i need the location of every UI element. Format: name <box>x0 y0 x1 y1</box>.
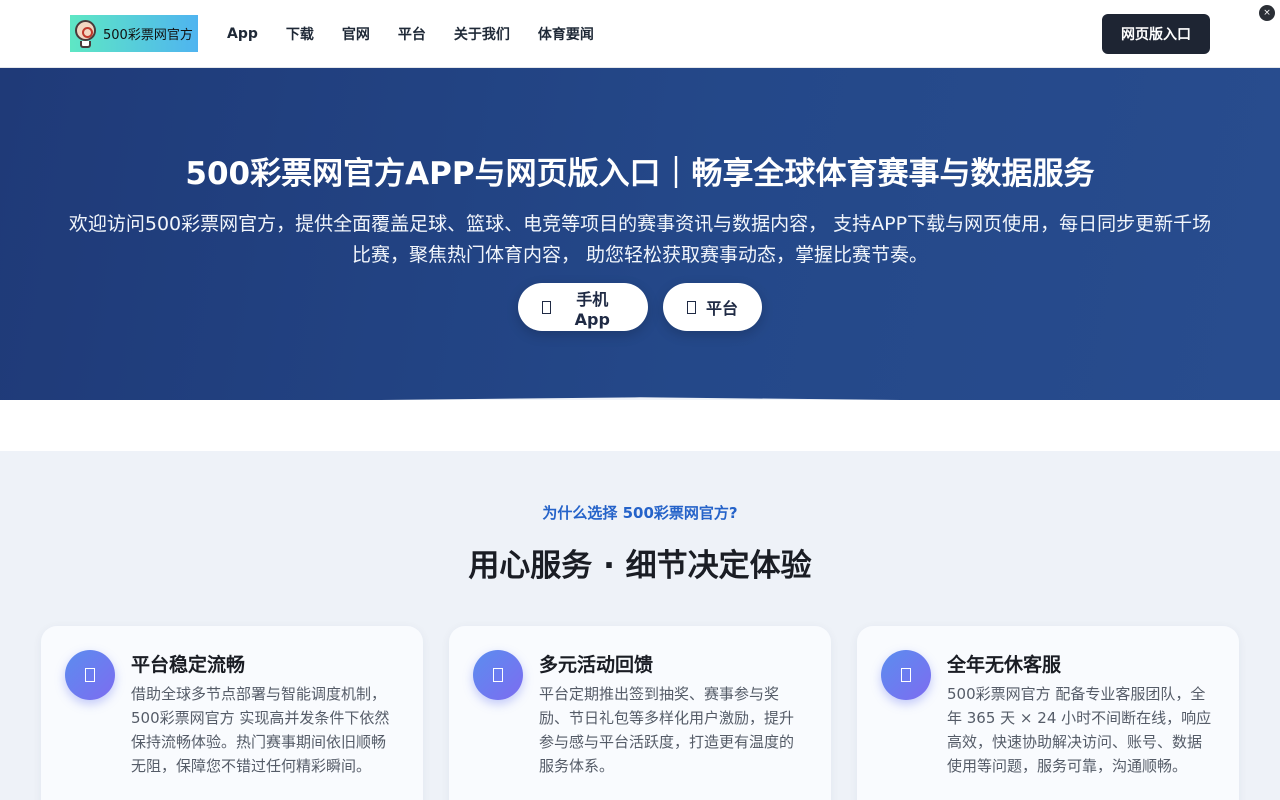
feature-card-text: 500彩票网官方 配备专业客服团队，全年 365 天 × 24 小时不间断在线，… <box>947 685 1212 775</box>
hero-description: 欢迎访问500彩票网官方，提供全面覆盖足球、篮球、电竞等项目的赛事资讯与数据内容… <box>68 213 1212 266</box>
section-divider <box>0 400 1280 451</box>
platform-icon <box>687 300 696 314</box>
hero-title: 500彩票网官方APP与网页版入口｜畅享全球体育赛事与数据服务 <box>185 156 1095 192</box>
platform-button[interactable]: 平台 <box>663 283 762 331</box>
feature-card-title: 多元活动回馈 <box>539 654 654 676</box>
feature-card-support: 全年无休客服 500彩票网官方 配备专业客服团队，全年 365 天 × 24 小… <box>857 626 1239 800</box>
features-title: 用心服务 · 细节决定体验 <box>468 548 812 584</box>
hero-actions: 手机App 平台 <box>0 283 1280 331</box>
feature-card-stability: 平台稳定流畅 借助全球多节点部署与智能调度机制，500彩票网官方 实现高并发条件… <box>41 626 423 800</box>
main-nav: App 下载 官网 平台 关于我们 体育要闻 <box>227 0 622 68</box>
logo-text: 500彩票网官方 <box>103 28 193 43</box>
mobile-app-label: 手机App <box>574 289 610 329</box>
feature-card-text: 借助全球多节点部署与智能调度机制，500彩票网官方 实现高并发条件下依然保持流畅… <box>131 685 390 775</box>
site-header: 500彩票网官方 App 下载 官网 平台 关于我们 体育要闻 网页版入口 <box>0 0 1280 68</box>
site-logo[interactable]: 500彩票网官方 <box>70 15 198 52</box>
feature-card-title: 平台稳定流畅 <box>131 654 246 676</box>
logo-icon <box>74 19 98 49</box>
nav-link-sports-news[interactable]: 体育要闻 <box>538 24 594 44</box>
platform-label: 平台 <box>706 299 739 318</box>
headset-icon <box>881 650 931 700</box>
nav-link-platform[interactable]: 平台 <box>398 24 426 44</box>
nav-link-about[interactable]: 关于我们 <box>454 24 510 44</box>
feature-card-text: 平台定期推出签到抽奖、赛事参与奖励、节日礼包等多样化用户激励，提升参与感与平台活… <box>539 685 795 775</box>
feature-card-title: 全年无休客服 <box>947 654 1062 676</box>
gift-icon <box>473 650 523 700</box>
nav-link-download[interactable]: 下载 <box>286 24 314 44</box>
close-icon[interactable]: × <box>1259 5 1275 21</box>
feature-card-activities: 多元活动回馈 平台定期推出签到抽奖、赛事参与奖励、节日礼包等多样化用户激励，提升… <box>449 626 831 800</box>
nav-link-official[interactable]: 官网 <box>342 24 370 44</box>
hero-banner: 500彩票网官方APP与网页版入口｜畅享全球体育赛事与数据服务 欢迎访问500彩… <box>0 68 1280 404</box>
features-eyebrow: 为什么选择 500彩票网官方? <box>542 504 738 522</box>
features-section: 为什么选择 500彩票网官方? 用心服务 · 细节决定体验 平台稳定流畅 借助全… <box>0 451 1280 800</box>
mobile-app-button[interactable]: 手机App <box>518 283 648 331</box>
web-entry-button[interactable]: 网页版入口 <box>1102 14 1210 54</box>
stability-icon <box>65 650 115 700</box>
nav-link-app[interactable]: App <box>227 26 258 42</box>
phone-icon <box>542 300 551 314</box>
